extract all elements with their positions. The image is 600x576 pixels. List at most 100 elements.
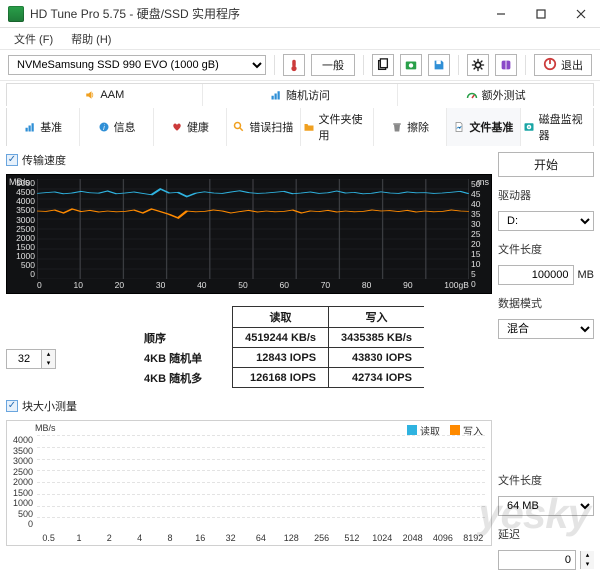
data-mode-label: 数据模式	[498, 295, 594, 311]
bar-yticks: 40003500300025002000150010005000	[7, 435, 35, 529]
skin-icon[interactable]	[495, 54, 517, 76]
close-button[interactable]	[566, 0, 596, 28]
section-transfer-title: 传输速度	[6, 152, 492, 168]
tab-folder[interactable]: 文件夹使用	[301, 108, 374, 146]
toolbar-separator	[525, 55, 526, 75]
toolbar-separator	[274, 55, 275, 75]
copy-icon[interactable]	[372, 54, 394, 76]
menu-file[interactable]: 文件 (F)	[6, 29, 61, 49]
tab-filebench[interactable]: 文件基准	[447, 108, 520, 146]
bar-ylabel: MB/s	[35, 423, 56, 433]
results-table: 读取写入顺序4519244 KB/s3435385 KB/s4KB 随机单128…	[132, 306, 424, 388]
speaker-icon	[84, 89, 96, 101]
line-chart-svg	[37, 179, 469, 279]
blocksize-checkbox[interactable]	[6, 400, 18, 412]
tab-extra[interactable]: 额外测试	[398, 84, 593, 106]
save-icon[interactable]	[428, 54, 450, 76]
temperature-icon	[283, 54, 305, 76]
tab-label: 健康	[187, 119, 209, 135]
tab-label: 基准	[40, 119, 62, 135]
minimize-button[interactable]	[486, 0, 516, 28]
tab-scan[interactable]: 错误扫描	[227, 108, 300, 146]
delay-row: ▴▾	[498, 550, 594, 570]
window-controls	[486, 0, 596, 28]
device-select-wrap: NVMeSamsung SSD 990 EVO (1000 gB)	[8, 55, 266, 75]
chart-yticks-left: 5000450040003500300025002000150010005000	[7, 179, 37, 279]
section-label: 传输速度	[22, 152, 66, 168]
tab-random[interactable]: 随机访问	[203, 84, 399, 106]
tab-label: AAM	[100, 89, 124, 101]
main-content: 传输速度 MB/s ms 500045004000350030002500200…	[0, 146, 600, 576]
tabs-lower: 基准 i 信息 健康 错误扫描 文件夹使用 擦除 文件基准 磁盘监视器	[6, 108, 594, 146]
tab-label: 文件夹使用	[319, 111, 371, 143]
results-wrap: ▴ ▾ 读取写入顺序4519244 KB/s3435385 KB/s4KB 随机…	[6, 304, 492, 392]
app-icon	[8, 6, 24, 22]
exit-icon	[543, 57, 557, 74]
transfer-checkbox[interactable]	[6, 154, 18, 166]
tab-basic[interactable]: 基准	[7, 108, 80, 146]
tab-label: 磁盘监视器	[539, 111, 591, 143]
tab-erase[interactable]: 擦除	[374, 108, 447, 146]
data-mode-select[interactable]: 混合	[498, 319, 594, 339]
toolbar-separator	[363, 55, 364, 75]
exit-button[interactable]: 退出	[534, 54, 592, 76]
tab-health[interactable]: 健康	[154, 108, 227, 146]
delay-spinner[interactable]: ▴▾	[580, 551, 594, 569]
drive-select[interactable]: D:	[498, 211, 594, 231]
tabs-upper: AAM 随机访问 额外测试	[6, 83, 594, 106]
spinner-up[interactable]: ▴	[41, 350, 55, 359]
exit-label: 退出	[561, 57, 583, 73]
transfer-chart: MB/s ms 50004500400035003000250020001500…	[6, 174, 492, 294]
spinner-up[interactable]: ▴	[580, 551, 594, 560]
tab-monitor[interactable]: 磁盘监视器	[521, 108, 593, 146]
drive-label: 驱动器	[498, 187, 594, 203]
chart-icon	[270, 89, 282, 101]
file-len2-select[interactable]: 64 MB	[498, 496, 594, 516]
screenshot-icon[interactable]	[400, 54, 422, 76]
spinner-arrows: ▴ ▾	[41, 350, 55, 368]
title-bar: HD Tune Pro 5.75 - 硬盘/SSD 实用程序	[0, 0, 600, 28]
bar-xticks: 0.512481632641282565121024204840968192	[37, 533, 485, 543]
folder-icon	[303, 121, 315, 133]
file-len-input[interactable]	[498, 265, 574, 285]
threads-spinner[interactable]: ▴ ▾	[6, 349, 56, 369]
left-pane: 传输速度 MB/s ms 500045004000350030002500200…	[6, 150, 492, 570]
toolbar-separator	[458, 55, 459, 75]
tab-label: 额外测试	[482, 87, 526, 103]
chart-xticks: 0102030405060708090100gB	[37, 280, 469, 292]
right-panel: 开始 驱动器 D: 文件长度 MB 数据模式 混合 文件长度 64 MB 延迟 …	[498, 150, 594, 570]
spinner-down[interactable]: ▾	[41, 359, 55, 368]
heart-icon	[171, 121, 183, 133]
file-len-label: 文件长度	[498, 241, 594, 257]
gauge-icon	[466, 89, 478, 101]
toolbar: NVMeSamsung SSD 990 EVO (1000 gB) 一般 退出	[0, 50, 600, 81]
tab-aam[interactable]: AAM	[7, 84, 203, 106]
menu-bar: 文件 (F) 帮助 (H)	[0, 28, 600, 50]
tab-label: 文件基准	[469, 119, 513, 135]
bar-plot	[37, 435, 485, 529]
tab-label: 随机访问	[286, 87, 330, 103]
info-icon: i	[98, 121, 110, 133]
disk-icon	[523, 121, 535, 133]
section-blocksize-title: 块大小测量	[6, 398, 492, 414]
search-icon	[233, 121, 245, 133]
file-len-row: MB	[498, 265, 594, 285]
tab-label: 擦除	[407, 119, 429, 135]
threads-input[interactable]	[7, 350, 41, 368]
maximize-button[interactable]	[526, 0, 556, 28]
file-len-unit: MB	[578, 269, 595, 281]
legend-swatch-read	[407, 425, 417, 435]
section-label: 块大小测量	[22, 398, 77, 414]
spinner-down[interactable]: ▾	[580, 560, 594, 569]
start-button[interactable]: 开始	[498, 152, 594, 177]
delay-input[interactable]	[498, 550, 576, 570]
tab-label: 错误扫描	[249, 119, 293, 135]
device-select[interactable]: NVMeSamsung SSD 990 EVO (1000 gB)	[8, 55, 266, 75]
delay-label: 延迟	[498, 526, 594, 542]
temperature-status: 一般	[311, 54, 355, 76]
settings-icon[interactable]	[467, 54, 489, 76]
tab-label: 信息	[114, 119, 136, 135]
tab-info[interactable]: i 信息	[80, 108, 153, 146]
menu-help[interactable]: 帮助 (H)	[63, 29, 119, 49]
file-icon	[453, 121, 465, 133]
